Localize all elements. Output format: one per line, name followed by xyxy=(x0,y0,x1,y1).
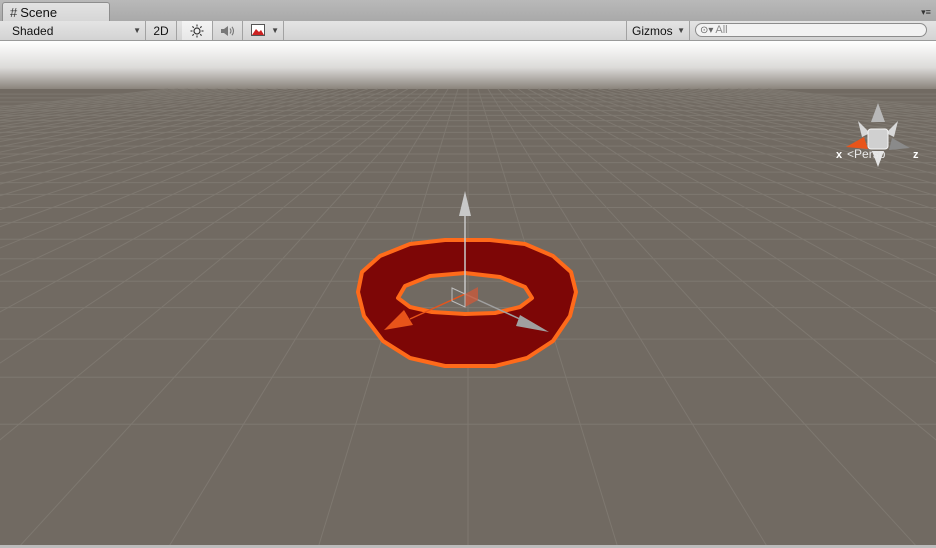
grid-line xyxy=(0,88,389,249)
tab-scene[interactable]: # Scene xyxy=(2,2,110,21)
search-placeholder: All xyxy=(715,24,728,36)
speaker-icon xyxy=(213,25,242,37)
grid-line xyxy=(0,88,249,127)
tab-strip: # Scene ▾≡ xyxy=(0,0,936,21)
grid-line xyxy=(0,88,169,108)
audio-toggle[interactable] xyxy=(213,21,243,40)
center-cube-icon[interactable] xyxy=(867,128,889,150)
grid-line xyxy=(0,88,409,313)
search-icon: ⊙▾ xyxy=(700,24,714,36)
draw-mode-dropdown[interactable]: Shaded ▼ xyxy=(0,21,146,40)
chevron-down-icon: ▼ xyxy=(271,26,279,35)
plane-handle-icon[interactable] xyxy=(465,287,478,307)
grid-line xyxy=(0,88,199,114)
grid-hash-icon: # xyxy=(10,4,18,20)
scene-viewport[interactable]: x z <Persp xyxy=(0,41,936,548)
projection-toggle[interactable]: <Persp xyxy=(847,147,885,161)
grid-line xyxy=(0,88,189,112)
grid-line xyxy=(0,88,339,175)
grid-line xyxy=(0,88,279,138)
scene-toolbar: Shaded ▼ 2D ▼ Gizmos ▼ ⊙▾ All xyxy=(0,21,936,41)
grid-line xyxy=(0,88,419,364)
draw-mode-label: Shaded xyxy=(12,23,54,38)
sun-icon xyxy=(182,24,212,38)
orientation-gizmo[interactable]: x z xyxy=(836,101,920,175)
scene-canvas[interactable] xyxy=(0,41,936,548)
grid-line xyxy=(0,88,359,197)
grid-line xyxy=(0,88,399,276)
z-axis-label: z xyxy=(913,149,919,161)
tab-scene-label: Scene xyxy=(20,4,58,20)
projection-label: Persp xyxy=(854,147,886,161)
chevron-down-icon: ▼ xyxy=(677,26,685,35)
lighting-toggle[interactable] xyxy=(182,21,213,40)
grid-line xyxy=(0,88,349,185)
y-cone-icon[interactable] xyxy=(871,103,885,122)
gizmos-label: Gizmos xyxy=(632,23,673,38)
grid-line xyxy=(0,88,299,147)
persp-arrow-icon: < xyxy=(847,147,855,161)
grid-line xyxy=(0,88,209,116)
tab-menu-icon[interactable]: ▾≡ xyxy=(920,7,932,18)
sky-gradient xyxy=(0,41,936,89)
grid-line xyxy=(0,88,309,153)
z-cone-icon[interactable] xyxy=(889,138,910,150)
grid-line xyxy=(0,88,379,228)
x-axis-label: x xyxy=(836,149,843,161)
grid-line xyxy=(0,88,179,110)
image-icon xyxy=(251,24,265,39)
grid-line xyxy=(0,88,329,167)
gizmos-dropdown[interactable]: Gizmos ▼ xyxy=(626,21,690,40)
effects-dropdown[interactable]: ▼ xyxy=(243,21,284,40)
mode-2d-label: 2D xyxy=(153,23,169,38)
grid-line xyxy=(0,88,289,142)
chevron-down-icon: ▼ xyxy=(133,26,141,35)
search-input[interactable]: ⊙▾ All xyxy=(695,23,927,37)
mode-2d-button[interactable]: 2D xyxy=(146,21,177,40)
